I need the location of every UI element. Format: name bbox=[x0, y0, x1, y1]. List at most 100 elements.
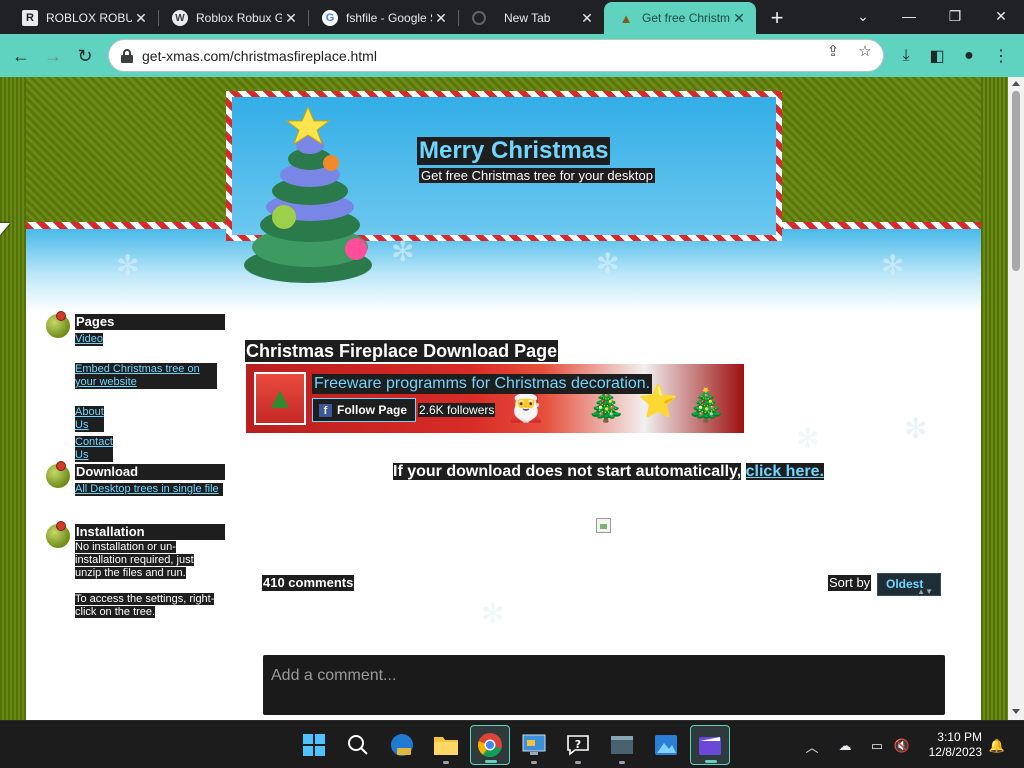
close-tab-icon[interactable]: ✕ bbox=[578, 9, 596, 27]
taskbar-app-file-explorer[interactable] bbox=[426, 725, 466, 765]
mouse-cursor-icon bbox=[0, 223, 10, 235]
clipchamp-icon bbox=[699, 737, 721, 755]
monitor-app-icon bbox=[522, 734, 546, 755]
site-title: Merry Christmas bbox=[417, 137, 611, 165]
bookmark-star-icon[interactable]: ☆ bbox=[854, 40, 876, 62]
ornament-icon bbox=[46, 521, 70, 548]
share-icon[interactable]: ⇪ bbox=[822, 40, 844, 62]
comments-count: 410 comments bbox=[262, 575, 355, 591]
download-icon[interactable]: ⤓ bbox=[891, 41, 921, 71]
sidebar-download-heading: Download bbox=[75, 464, 225, 480]
volume-muted-icon[interactable]: 🔇 bbox=[891, 735, 913, 757]
close-window-icon[interactable]: ✕ bbox=[978, 0, 1024, 32]
url-text: get-xmas.com/christmasfireplace.html bbox=[142, 47, 377, 64]
menu-kebab-icon[interactable]: ⋮ bbox=[986, 41, 1016, 71]
close-tab-icon[interactable]: ✕ bbox=[132, 9, 150, 27]
sidebar-link-embed[interactable]: Embed Christmas tree on your website bbox=[75, 363, 217, 389]
taskbar-app-get-help[interactable]: ? bbox=[558, 725, 598, 765]
minimize-icon[interactable]: — bbox=[886, 0, 932, 32]
tab-search-chevron-icon[interactable]: ⌄ bbox=[840, 0, 886, 32]
wordpress-favicon-icon: W bbox=[172, 10, 188, 26]
address-bar[interactable]: get-xmas.com/christmasfireplace.html bbox=[108, 39, 884, 72]
tab-new-tab[interactable]: New Tab ✕ bbox=[458, 2, 604, 34]
windows-logo-icon bbox=[303, 734, 325, 756]
close-tab-icon[interactable]: ✕ bbox=[432, 9, 450, 27]
tab-get-free-christmas[interactable]: ▲ Get free Christmas ✕ bbox=[604, 2, 756, 34]
photos-icon bbox=[655, 735, 677, 755]
tab-title: fshfile - Google Search bbox=[346, 11, 432, 25]
tab-title: ROBLOX ROBUX bbox=[46, 11, 132, 25]
edge-icon bbox=[391, 734, 413, 756]
taskbar-app-photos[interactable] bbox=[646, 725, 686, 765]
onedrive-icon[interactable]: ☁ bbox=[834, 735, 856, 757]
follow-page-button[interactable]: f Follow Page bbox=[312, 398, 417, 422]
scroll-down-icon[interactable] bbox=[1012, 709, 1020, 714]
chrome-favicon-icon bbox=[472, 11, 486, 25]
side-panel-icon[interactable]: ◧ bbox=[922, 41, 952, 71]
sidebar-pages-heading: Pages bbox=[75, 314, 225, 330]
tab-roblox-robux-generator[interactable]: W Roblox Robux Generator ✕ bbox=[158, 2, 308, 34]
ornament-icon bbox=[46, 461, 70, 488]
taskbar-app-edge-beta[interactable] bbox=[382, 725, 422, 765]
svg-text:?: ? bbox=[575, 738, 581, 751]
page-scrollbar[interactable] bbox=[1008, 77, 1024, 720]
folder-icon bbox=[434, 737, 458, 755]
snowflake-icon: ✻ bbox=[116, 250, 140, 281]
tab-strip: R ROBLOX ROBUX ✕ W Roblox Robux Generato… bbox=[0, 0, 1024, 34]
taskbar-app-clipchamp[interactable] bbox=[690, 725, 730, 765]
follower-count: 2.6K followers bbox=[418, 403, 496, 417]
window-app-icon bbox=[611, 736, 633, 754]
snowflake-icon: ✻ bbox=[796, 423, 820, 454]
start-button[interactable] bbox=[294, 725, 334, 765]
page-content: ✻ ✻ ✻ ✻ ✻ ✻ ✻ ✻ Merry Christmas Get free… bbox=[26, 77, 981, 720]
search-button[interactable] bbox=[338, 725, 378, 765]
windows-taskbar: ? ︿ ☁ ▭ 🔇 3:10 PM 12/8/2023 🔔 bbox=[0, 720, 1024, 768]
profile-icon[interactable]: ● bbox=[954, 41, 984, 71]
tab-title: Roblox Robux Generator bbox=[196, 11, 282, 25]
facebook-page-thumbnail[interactable]: ▲ bbox=[254, 372, 306, 425]
chrome-icon bbox=[477, 733, 502, 757]
google-favicon-icon: G bbox=[322, 10, 338, 26]
sidebar-link-contact-us[interactable]: Contact Us bbox=[75, 436, 113, 462]
forward-arrow-icon[interactable]: → bbox=[38, 41, 68, 71]
tab-roblox-robux[interactable]: R ROBLOX ROBUX ✕ bbox=[8, 2, 158, 34]
site-subtitle: Get free Christmas tree for your desktop bbox=[419, 168, 655, 183]
network-icon[interactable]: ▭ bbox=[866, 735, 888, 757]
tab-google-search[interactable]: G fshfile - Google Search ✕ bbox=[308, 2, 458, 34]
facebook-page-banner[interactable]: ▲ 🎅 🎄 ⭐ 🎄 Freeware programms for Christm… bbox=[246, 364, 744, 433]
sidebar-link-about-us[interactable]: About Us bbox=[75, 406, 104, 432]
sidebar-link-all-trees[interactable]: All Desktop trees in single file bbox=[75, 483, 223, 496]
browser-toolbar: ← → ↻ get-xmas.com/christmasfireplace.ht… bbox=[0, 34, 1024, 77]
sidebar-link-video[interactable]: Video bbox=[75, 333, 103, 346]
click-here-link[interactable]: click here. bbox=[745, 463, 824, 480]
tab-title: New Tab bbox=[504, 11, 551, 25]
scroll-up-icon[interactable] bbox=[1012, 81, 1020, 86]
page-viewport: ✻ ✻ ✻ ✻ ✻ ✻ ✻ ✻ Merry Christmas Get free… bbox=[0, 77, 1024, 720]
restore-icon[interactable]: ❐ bbox=[932, 0, 978, 32]
comment-input[interactable]: Add a comment... bbox=[263, 655, 945, 715]
ornament-icon bbox=[46, 311, 70, 338]
tab-title: Get free Christmas bbox=[642, 11, 730, 25]
sidebar-installation-heading: Installation bbox=[75, 524, 225, 540]
new-tab-plus-icon[interactable]: + bbox=[764, 5, 790, 31]
close-tab-icon[interactable]: ✕ bbox=[282, 9, 300, 27]
roblox-favicon-icon: R bbox=[22, 10, 38, 26]
taskbar-app-terminal[interactable] bbox=[602, 725, 642, 765]
sort-select[interactable]: Oldest ▲▼ bbox=[877, 573, 941, 596]
notification-bell-icon[interactable]: 🔔 bbox=[986, 735, 1008, 757]
download-notice: If your download does not start automati… bbox=[393, 463, 824, 480]
tree-thumbnail-icon: ▲ bbox=[256, 374, 304, 423]
search-icon bbox=[348, 735, 368, 755]
taskbar-app-chrome[interactable] bbox=[470, 725, 510, 765]
facebook-page-name[interactable]: Freeware programms for Christmas decorat… bbox=[312, 374, 653, 394]
taskbar-app-control-panel[interactable] bbox=[514, 725, 554, 765]
show-hidden-icons-chevron-icon[interactable]: ︿ bbox=[801, 735, 823, 757]
close-tab-icon[interactable]: ✕ bbox=[730, 9, 748, 27]
snowflake-icon: ✻ bbox=[391, 236, 415, 267]
christmas-tree-logo bbox=[244, 107, 372, 283]
scrollbar-thumb[interactable] bbox=[1012, 91, 1020, 271]
taskbar-clock[interactable]: 3:10 PM 12/8/2023 bbox=[918, 730, 982, 760]
back-arrow-icon[interactable]: ← bbox=[6, 41, 36, 71]
reload-icon[interactable]: ↻ bbox=[70, 41, 100, 71]
lock-icon[interactable] bbox=[121, 48, 133, 63]
